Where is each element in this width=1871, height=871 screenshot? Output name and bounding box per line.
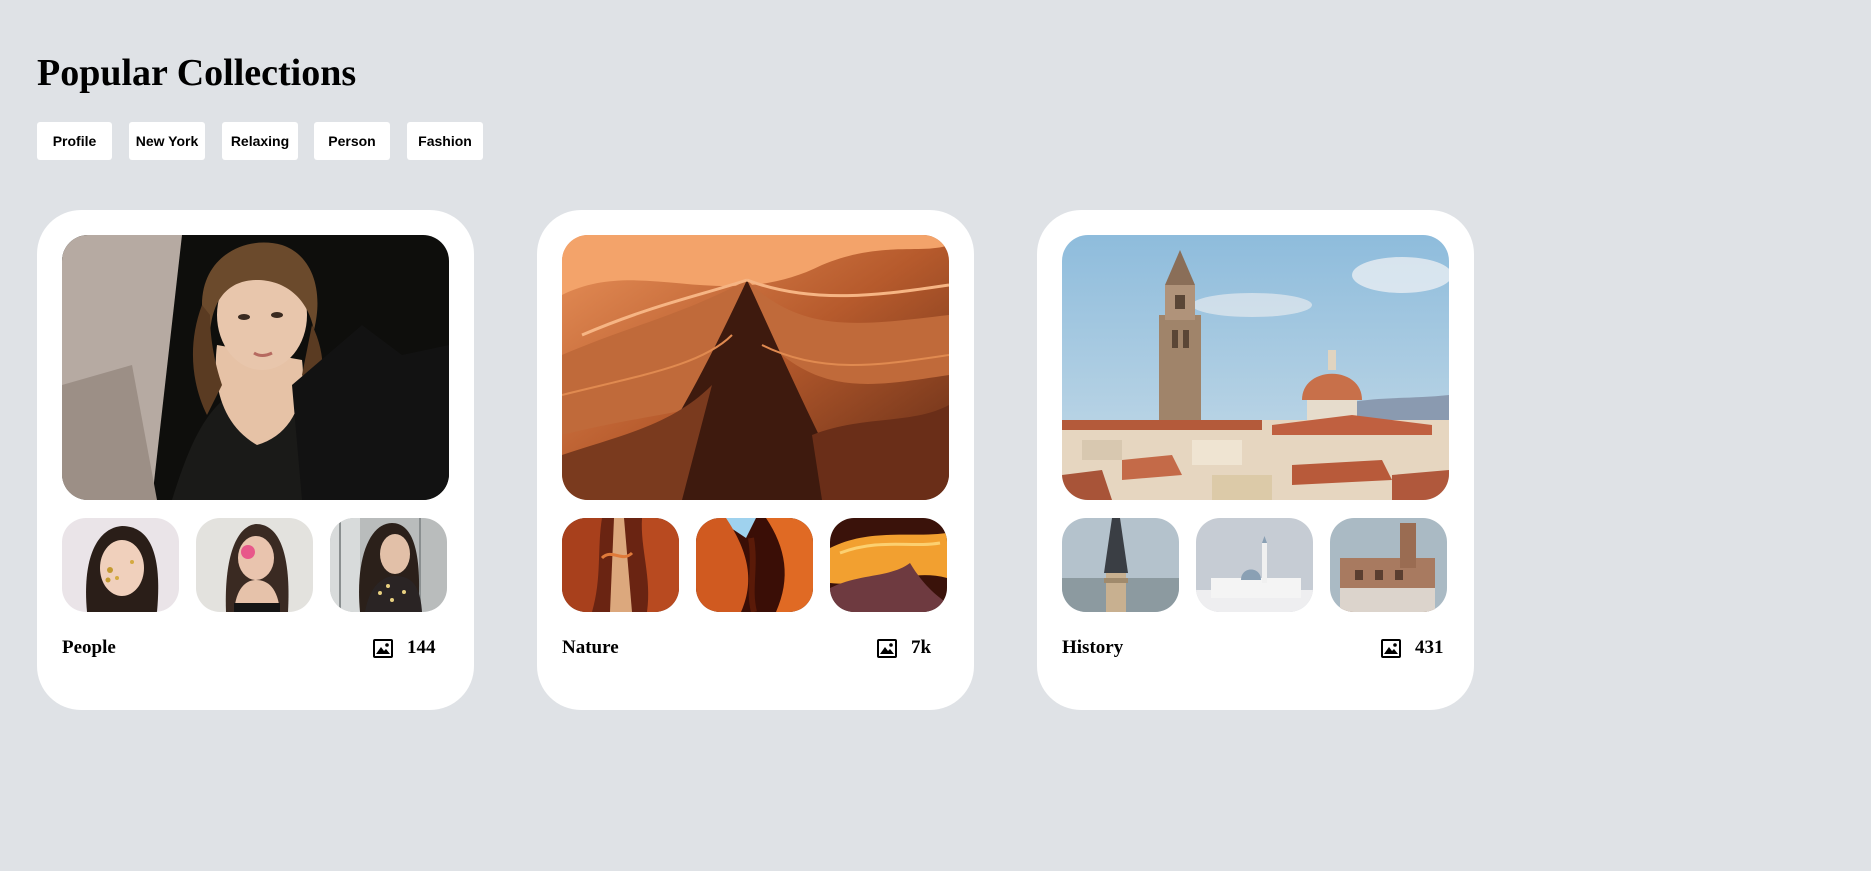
collection-thumbnail[interactable] xyxy=(196,518,313,612)
collection-thumbnail[interactable] xyxy=(330,518,447,612)
collection-thumbnail[interactable] xyxy=(830,518,947,612)
collection-thumbnail[interactable] xyxy=(696,518,813,612)
collection-card-history[interactable]: History 431 xyxy=(1037,210,1474,710)
image-icon xyxy=(877,638,897,658)
collection-count-value: 144 xyxy=(407,637,436,658)
collection-thumbnail[interactable] xyxy=(62,518,179,612)
image-icon xyxy=(373,638,393,658)
collection-card-people[interactable]: People 144 xyxy=(37,210,474,710)
collection-hero-image[interactable] xyxy=(62,235,449,500)
tag-fashion[interactable]: Fashion xyxy=(407,122,483,160)
collection-count: 7k xyxy=(877,635,931,661)
collection-count: 431 xyxy=(1381,635,1444,661)
collection-thumbnail[interactable] xyxy=(562,518,679,612)
page-title: Popular Collections xyxy=(37,52,357,94)
collection-name: Nature xyxy=(562,637,619,658)
tag-new-york[interactable]: New York xyxy=(129,122,205,160)
collection-card-nature[interactable]: Nature 7k xyxy=(537,210,974,710)
tag-profile[interactable]: Profile xyxy=(37,122,112,160)
collection-thumbnail[interactable] xyxy=(1062,518,1179,612)
collection-hero-image[interactable] xyxy=(562,235,949,500)
tag-relaxing[interactable]: Relaxing xyxy=(222,122,298,160)
collection-count-value: 431 xyxy=(1415,637,1444,658)
collection-count: 144 xyxy=(373,635,436,661)
collection-thumbnail[interactable] xyxy=(1330,518,1447,612)
collection-name: People xyxy=(62,637,116,658)
collection-name: History xyxy=(1062,637,1124,658)
collection-count-value: 7k xyxy=(911,637,932,658)
collection-hero-image[interactable] xyxy=(1062,235,1449,500)
tag-person[interactable]: Person xyxy=(314,122,390,160)
image-icon xyxy=(1381,638,1401,658)
collection-thumbnail[interactable] xyxy=(1196,518,1313,612)
